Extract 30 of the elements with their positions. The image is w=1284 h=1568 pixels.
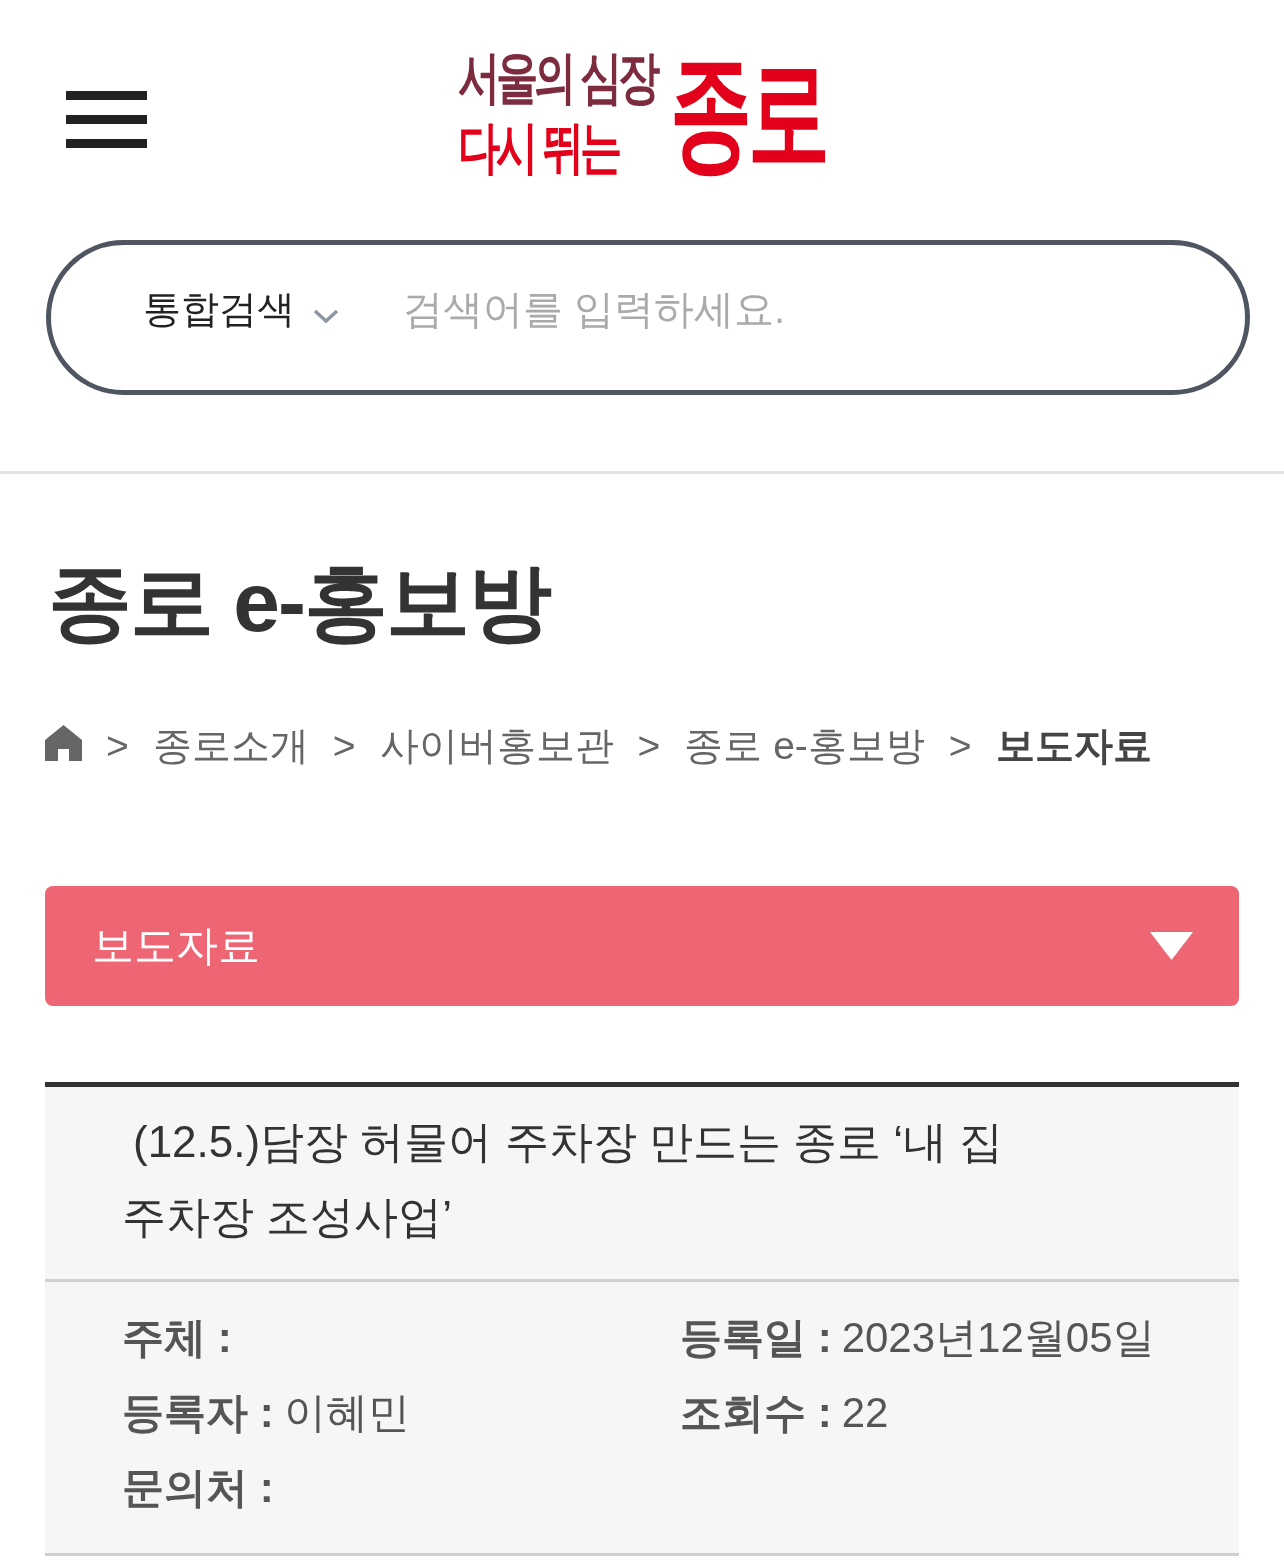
search-scope-dropdown[interactable]: 통합검색 [143, 284, 339, 335]
article-title: (12.5.)담장 허물어 주차장 만드는 종로 ‘내 집 주차장 조성사업’ [122, 1115, 1005, 1243]
breadcrumb-separator: > [106, 723, 129, 768]
menu-button[interactable] [66, 91, 147, 148]
caret-down-icon [1150, 931, 1193, 960]
logo-tagline: 다시 뛰는 [458, 119, 618, 176]
meta-value: 이혜민 [283, 1387, 410, 1438]
meta-value: 22 [841, 1387, 889, 1438]
meta-label: 주체 : [122, 1312, 232, 1363]
category-select[interactable]: 보도자료 [45, 885, 1239, 1006]
breadcrumb-link[interactable]: 종로소개 [152, 718, 309, 773]
logo-tagline: 서울의 심장 [458, 49, 656, 106]
breadcrumb-link[interactable]: 사이버홍보관 [379, 718, 614, 773]
breadcrumb-separator: > [637, 723, 661, 768]
breadcrumb-link[interactable]: 보도자료 [995, 718, 1152, 773]
meta-label: 조회수 : [680, 1387, 832, 1438]
meta-value: 2023년12월05일 [841, 1312, 1155, 1363]
logo-wordmark[interactable]: 종로 [669, 48, 826, 177]
search-bar[interactable]: 통합검색 검색어를 입력하세요. [46, 240, 1250, 395]
breadcrumb-link[interactable]: 종로 e-홍보방 [684, 718, 925, 773]
meta-label: 등록일 : [680, 1312, 832, 1363]
menu-icon [66, 91, 147, 148]
breadcrumb-separator: > [948, 723, 972, 768]
breadcrumb-separator: > [332, 723, 356, 768]
chevron-down-icon [313, 308, 339, 323]
home-icon[interactable] [45, 724, 82, 761]
meta-label: 등록자 : [122, 1387, 274, 1438]
search-field[interactable]: 검색어를 입력하세요. [403, 279, 1185, 340]
meta-label: 문의처 : [122, 1462, 274, 1513]
page-title: 종로 e-홍보방 [48, 554, 551, 651]
